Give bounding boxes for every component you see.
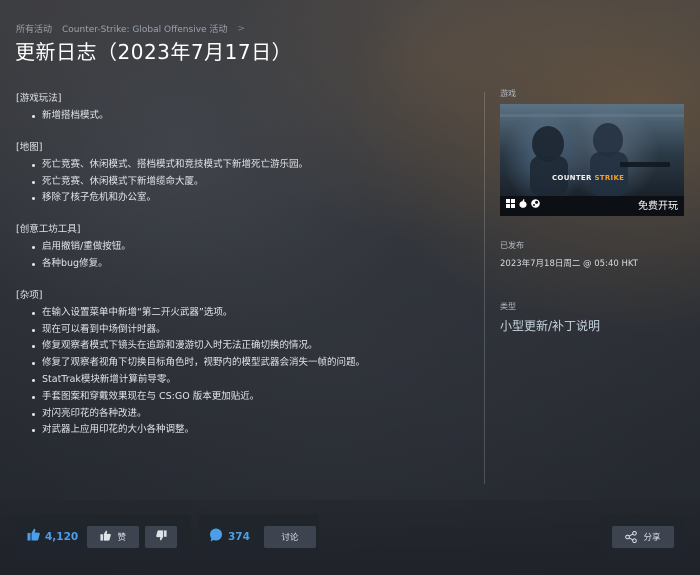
list-item: 对闪亮印花的各种改进。 <box>16 406 466 423</box>
share-icon <box>625 530 638 543</box>
section-gameplay: [游戏玩法] 新增搭档模式。 <box>16 90 466 125</box>
discuss-button[interactable]: 讨论 <box>263 525 316 548</box>
section-title: [地图] <box>16 141 43 153</box>
list-item: StatTrak模块新增计算前导零。 <box>16 372 466 389</box>
list-item: 移除了核子危机和办公室。 <box>16 190 466 207</box>
windows-icon <box>506 199 515 211</box>
list-item: 在输入设置菜单中新增“第二开火武器”选项。 <box>16 305 466 322</box>
event-sidebar: 游戏 COUNTER STRIKE 免费开玩 已发布 2023年7月18日周二 … <box>500 88 685 334</box>
thumbs-down-icon <box>155 529 167 544</box>
share-label: 分享 <box>643 532 661 543</box>
section-title: [创意工坊工具] <box>16 224 81 236</box>
list-item: 修复了观察者视角下切换目标角色时，视野内的模型武器会消失一帧的问题。 <box>16 355 466 372</box>
list-item: 死亡竞赛、休闲模式下新增缆命大厦。 <box>16 174 466 191</box>
apple-icon <box>519 199 527 211</box>
comment-panel: 374 讨论 <box>199 515 319 558</box>
page-title: 更新日志（2023年7月17日） <box>15 40 293 64</box>
thumbs-up-icon <box>27 528 40 545</box>
vote-panel: 4,120 赞 <box>15 515 191 558</box>
list-item: 修复观察者模式下镜头在追踪和漫游切入时无法正确切换的情况。 <box>16 338 466 355</box>
breadcrumb-separator: > <box>237 23 245 34</box>
cs-logo: COUNTER STRIKE <box>552 174 624 182</box>
section-maps: [地图] 死亡竞赛、休闲模式、搭档模式和竞技模式下新增死亡游乐园。 死亡竞赛、休… <box>16 139 466 207</box>
breadcrumb-game-activity[interactable]: Counter-Strike: Global Offensive 活动 <box>62 22 227 35</box>
published-label: 已发布 <box>500 241 524 250</box>
discuss-label: 讨论 <box>281 532 299 543</box>
section-title: [游戏玩法] <box>16 93 62 104</box>
type-label: 类型 <box>500 302 516 311</box>
share-panel: 分享 <box>601 515 685 558</box>
list-item: 对武器上应用印花的大小各种调整。 <box>16 422 466 439</box>
type-value: 小型更新/补丁说明 <box>500 319 601 333</box>
game-capsule[interactable]: COUNTER STRIKE 免费开玩 <box>500 104 684 216</box>
patch-notes-body: [游戏玩法] 新增搭档模式。 [地图] 死亡竞赛、休闲模式、搭档模式和竞技模式下… <box>16 90 466 453</box>
published-date: 2023年7月18日周二 @ 05:40 HKT <box>500 259 638 269</box>
steam-icon <box>531 199 540 211</box>
vote-count: 4,120 <box>45 530 79 543</box>
list-item: 死亡竞赛、休闲模式、搭档模式和竞技模式下新增死亡游乐园。 <box>16 157 466 174</box>
list-item: 新增搭档模式。 <box>16 108 466 125</box>
breadcrumb-all-activity[interactable]: 所有活动 <box>16 22 52 35</box>
platform-icons <box>506 199 540 211</box>
like-label: 赞 <box>117 532 126 543</box>
game-capsule-art <box>500 104 684 196</box>
section-misc: [杂项] 在输入设置菜单中新增“第二开火武器”选项。 现在可以看到中场倒计时器。… <box>16 287 466 439</box>
section-workshop-tools: [创意工坊工具] 启用撤销/重做按钮。 各种bug修复。 <box>16 221 466 273</box>
soldiers-art <box>500 114 684 196</box>
list-item: 现在可以看到中场倒计时器。 <box>16 322 466 339</box>
content-divider <box>484 92 485 484</box>
thumbs-up-icon <box>100 530 112 544</box>
free-play-label[interactable]: 免费开玩 <box>638 197 678 212</box>
breadcrumb: 所有活动 Counter-Strike: Global Offensive 活动… <box>16 22 245 36</box>
share-button[interactable]: 分享 <box>612 525 674 548</box>
dislike-button[interactable] <box>145 525 178 548</box>
game-label: 游戏 <box>500 89 516 98</box>
list-item: 启用撤销/重做按钮。 <box>16 239 466 256</box>
like-button[interactable]: 赞 <box>87 525 140 548</box>
cs-logo-part2: STRIKE <box>594 174 625 182</box>
list-item: 手套图案和穿戴效果现在与 CS:GO 版本更加贴近。 <box>16 389 466 406</box>
list-item: 各种bug修复。 <box>16 256 466 273</box>
section-title: [杂项] <box>16 289 43 301</box>
comment-icon <box>209 528 223 546</box>
comment-count: 374 <box>228 530 250 543</box>
cs-logo-part1: COUNTER <box>552 174 592 182</box>
